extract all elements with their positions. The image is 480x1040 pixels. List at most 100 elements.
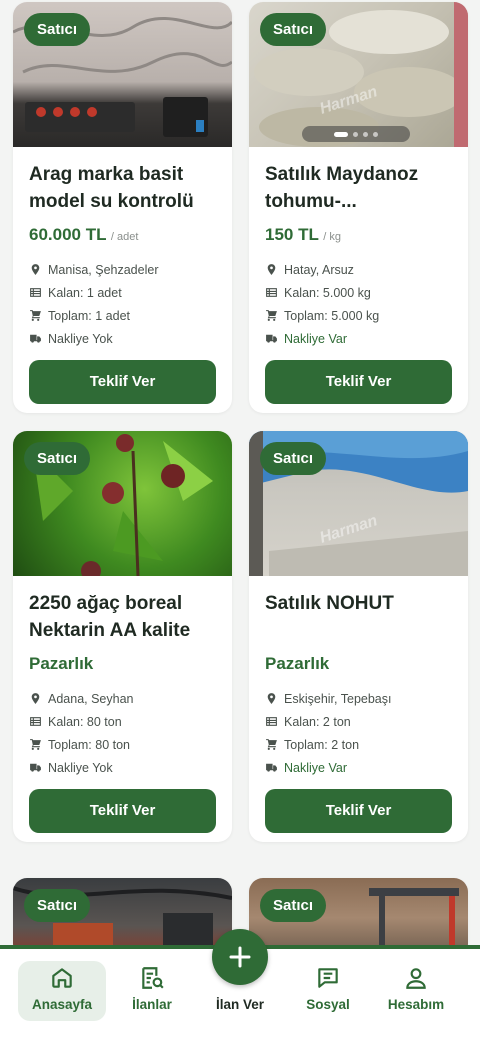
location-text: Hatay, Arsuz [284,262,354,277]
tab-social[interactable]: Sosyal [284,961,372,1021]
location-row: Hatay, Arsuz [265,258,452,281]
truck-icon [266,763,277,772]
truck-icon [30,763,41,772]
price-unit: / adet [110,231,139,243]
shipping-text: Nakliye Yok [48,331,113,346]
cart-icon [266,310,277,321]
listing-price: 60.000 TL / adet [29,225,216,249]
seller-badge: Satıcı [24,13,91,46]
listing-photo[interactable]: Satıcı [13,431,232,576]
message-icon [318,968,338,988]
listing-photo[interactable]: Satıcı [13,2,232,147]
tab-home[interactable]: Anasayfa [18,961,106,1021]
shipping-row: Nakliye Var [265,327,452,350]
remaining-row: Kalan: 1 adet [29,281,216,304]
tab-account[interactable]: Hesabım [372,961,460,1021]
seller-badge: Satıcı [260,13,327,46]
price-unit: / kg [323,231,342,243]
shipping-text: Nakliye Var [284,331,347,346]
seller-badge: Satıcı [260,889,327,922]
carousel-dot[interactable] [363,131,368,137]
shipping-text: Nakliye Var [284,760,347,775]
total-row: Toplam: 80 ton [29,733,216,756]
carousel-dot[interactable] [373,131,378,137]
make-offer-button[interactable]: Teklif Ver [265,360,452,404]
location-pin-icon [267,264,276,275]
listing-card[interactable]: Satıcı Arag marka basit model su kontrol… [13,2,232,413]
image-carousel-indicator[interactable] [302,126,410,142]
seller-badge: Satıcı [24,442,91,475]
listing-photo[interactable]: Harman Satıcı [249,431,468,576]
listing-price: Pazarlık [265,654,452,678]
shipping-row: Nakliye Var [265,756,452,779]
price-value: 150 TL [265,225,319,244]
location-text: Adana, Seyhan [48,691,134,706]
make-offer-button[interactable]: Teklif Ver [265,789,452,833]
location-pin-icon [31,693,40,704]
listing-price: 150 TL / kg [265,225,452,249]
remaining-text: Kalan: 2 ton [284,714,351,729]
listing-info: Hatay, Arsuz Kalan: 5.000 kg Toplam: 5.0… [265,258,452,350]
total-text: Toplam: 1 adet [48,308,130,323]
location-row: Eskişehir, Tepebaşı [265,687,452,710]
truck-icon [266,334,277,343]
remaining-row: Kalan: 5.000 kg [265,281,452,304]
total-text: Toplam: 5.000 kg [284,308,380,323]
listing-price: Pazarlık [29,654,216,678]
tab-label: Hesabım [387,997,445,1012]
listing-card[interactable]: Satıcı 2250 ağaç boreal Nektarin AA kali… [13,431,232,842]
carousel-dot[interactable] [334,131,348,137]
stock-list-icon [30,288,41,297]
listing-info: Eskişehir, Tepebaşı Kalan: 2 ton Toplam:… [265,687,452,779]
remaining-row: Kalan: 2 ton [265,710,452,733]
make-offer-button[interactable]: Teklif Ver [29,360,216,404]
location-pin-icon [267,693,276,704]
post-listing-label[interactable]: İlan Ver [200,997,280,1012]
cart-icon [30,310,41,321]
seller-badge: Satıcı [24,889,91,922]
location-row: Manisa, Şehzadeler [29,258,216,281]
remaining-text: Kalan: 1 adet [48,285,122,300]
total-text: Toplam: 2 ton [284,737,360,752]
make-offer-button[interactable]: Teklif Ver [29,789,216,833]
post-listing-button[interactable] [212,929,268,985]
truck-icon [30,334,41,343]
tab-label: Anasayfa [31,997,93,1012]
shipping-row: Nakliye Yok [29,756,216,779]
tab-label: Sosyal [306,997,350,1012]
total-row: Toplam: 2 ton [265,733,452,756]
carousel-dot[interactable] [353,131,358,137]
listing-card[interactable]: Harman Satıcı Satılık Maydanoz tohumu-..… [249,2,468,413]
location-row: Adana, Seyhan [29,687,216,710]
cart-icon [266,739,277,750]
listing-title[interactable]: Arag marka basit model su kontrolü [29,161,216,215]
total-row: Toplam: 1 adet [29,304,216,327]
remaining-text: Kalan: 5.000 kg [284,285,371,300]
location-text: Manisa, Şehzadeler [48,262,159,277]
location-text: Eskişehir, Tepebaşı [284,691,392,706]
user-icon [406,968,426,989]
seller-badge: Satıcı [260,442,327,475]
price-value: 60.000 TL [29,225,107,244]
listing-title[interactable]: Satılık Maydanoz tohumu-... [265,161,452,215]
price-value: Pazarlık [265,654,330,673]
listing-title[interactable]: Satılık NOHUT [265,590,452,644]
listing-title[interactable]: 2250 ağaç boreal Nektarin AA kalite [29,590,216,644]
remaining-text: Kalan: 80 ton [48,714,122,729]
remaining-row: Kalan: 80 ton [29,710,216,733]
tab-listings[interactable]: İlanlar [108,961,196,1021]
stock-list-icon [266,288,277,297]
total-row: Toplam: 5.000 kg [265,304,452,327]
listing-info: Manisa, Şehzadeler Kalan: 1 adet Toplam:… [29,258,216,350]
listing-photo[interactable]: Harman Satıcı [249,2,468,147]
search-list-icon [142,967,164,989]
price-value: Pazarlık [29,654,94,673]
tab-label: İlanlar [132,997,172,1012]
plus-icon [229,946,251,968]
shipping-text: Nakliye Yok [48,760,113,775]
shipping-row: Nakliye Yok [29,327,216,350]
listing-card[interactable]: Harman Satıcı Satılık NOHUT Pazarlık Esk… [249,431,468,842]
location-pin-icon [31,264,40,275]
total-text: Toplam: 80 ton [48,737,130,752]
stock-list-icon [266,717,277,726]
